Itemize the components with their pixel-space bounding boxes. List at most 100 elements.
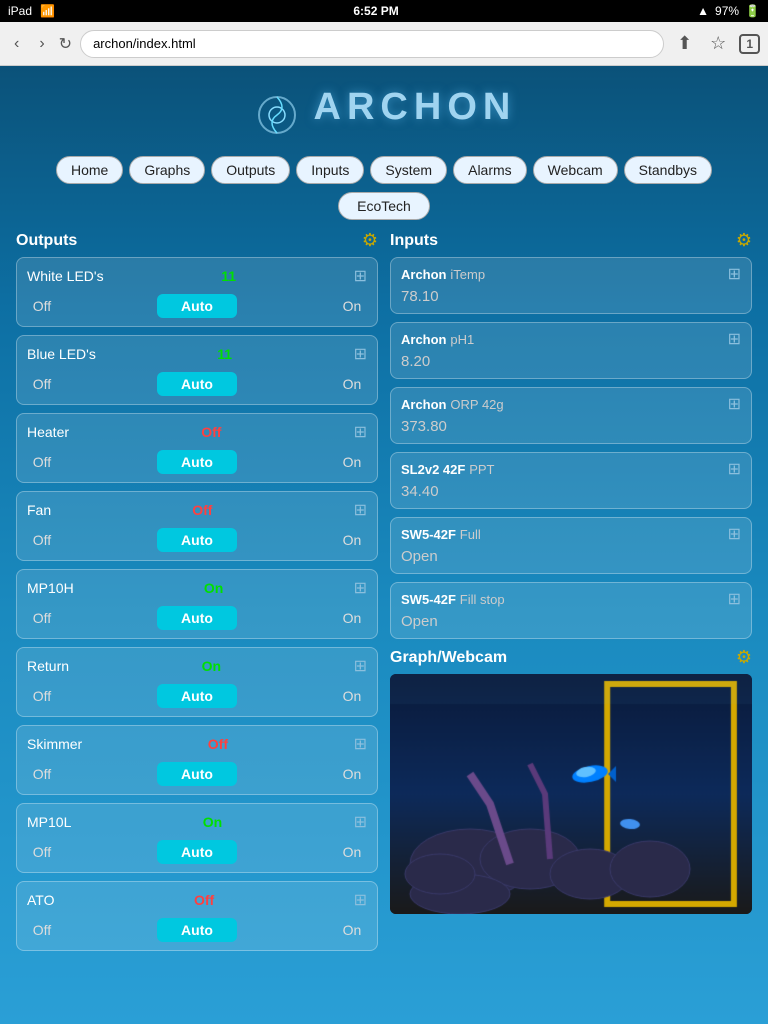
output-controls-0: Off Auto On xyxy=(17,290,377,326)
output-slider-icon-5[interactable]: ⊞ xyxy=(354,656,367,676)
output-on-btn-1[interactable]: On xyxy=(337,376,367,392)
output-value-6: Off xyxy=(208,736,228,752)
input-card-top-5: SW5-42F Fill stop ⊞ xyxy=(401,589,741,609)
output-auto-btn-0[interactable]: Auto xyxy=(157,294,237,318)
right-panel: Inputs ⚙ Archon iTemp ⊞ 78.10 Archon pH1… xyxy=(390,230,752,914)
nav-webcam[interactable]: Webcam xyxy=(533,156,618,184)
input-name-1: pH1 xyxy=(450,332,474,347)
output-auto-btn-5[interactable]: Auto xyxy=(157,684,237,708)
input-slider-icon-5[interactable]: ⊞ xyxy=(728,589,741,609)
output-off-btn-0[interactable]: Off xyxy=(27,298,57,314)
browser-bar: ‹ › ↻ ⬆ ☆ 1 xyxy=(0,22,768,66)
input-value-0: 78.10 xyxy=(401,284,741,305)
output-value-2: Off xyxy=(201,424,221,440)
input-card-0: Archon iTemp ⊞ 78.10 xyxy=(390,257,752,314)
nav-ecotech[interactable]: EcoTech xyxy=(338,192,430,220)
input-slider-icon-1[interactable]: ⊞ xyxy=(728,329,741,349)
output-slider-icon-7[interactable]: ⊞ xyxy=(354,812,367,832)
nav-system[interactable]: System xyxy=(370,156,447,184)
output-on-btn-5[interactable]: On xyxy=(337,688,367,704)
output-card-top-4: MP10H On ⊞ xyxy=(17,570,377,602)
input-slider-icon-2[interactable]: ⊞ xyxy=(728,394,741,414)
output-auto-btn-8[interactable]: Auto xyxy=(157,918,237,942)
input-slider-icon-4[interactable]: ⊞ xyxy=(728,524,741,544)
output-on-btn-2[interactable]: On xyxy=(337,454,367,470)
output-on-btn-0[interactable]: On xyxy=(337,298,367,314)
input-source-1: Archon xyxy=(401,332,447,347)
input-source-4: SW5-42F xyxy=(401,527,456,542)
forward-button[interactable]: › xyxy=(33,31,50,57)
back-button[interactable]: ‹ xyxy=(8,31,25,57)
signal-icon: ▲ xyxy=(697,4,709,18)
output-value-5: On xyxy=(202,658,221,674)
nav-outputs[interactable]: Outputs xyxy=(211,156,290,184)
output-controls-1: Off Auto On xyxy=(17,368,377,404)
nav-alarms[interactable]: Alarms xyxy=(453,156,527,184)
output-on-btn-7[interactable]: On xyxy=(337,844,367,860)
output-slider-icon-1[interactable]: ⊞ xyxy=(354,344,367,364)
output-auto-btn-3[interactable]: Auto xyxy=(157,528,237,552)
input-slider-icon-0[interactable]: ⊞ xyxy=(728,264,741,284)
output-auto-btn-2[interactable]: Auto xyxy=(157,450,237,474)
output-card-7: MP10L On ⊞ Off Auto On xyxy=(16,803,378,873)
output-slider-icon-4[interactable]: ⊞ xyxy=(354,578,367,598)
output-off-btn-8[interactable]: Off xyxy=(27,922,57,938)
output-off-btn-3[interactable]: Off xyxy=(27,532,57,548)
output-controls-6: Off Auto On xyxy=(17,758,377,794)
webcam-header: Graph/Webcam ⚙ xyxy=(390,647,752,668)
nav-inputs[interactable]: Inputs xyxy=(296,156,364,184)
output-on-btn-4[interactable]: On xyxy=(337,610,367,626)
webcam-gear-icon[interactable]: ⚙ xyxy=(736,647,752,668)
output-on-btn-6[interactable]: On xyxy=(337,766,367,782)
output-card-top-8: ATO Off ⊞ xyxy=(17,882,377,914)
output-card-top-5: Return On ⊞ xyxy=(17,648,377,680)
output-name-1: Blue LED's xyxy=(27,346,96,362)
output-off-btn-7[interactable]: Off xyxy=(27,844,57,860)
output-slider-icon-2[interactable]: ⊞ xyxy=(354,422,367,442)
output-off-btn-1[interactable]: Off xyxy=(27,376,57,392)
nav-graphs[interactable]: Graphs xyxy=(129,156,205,184)
nav-home[interactable]: Home xyxy=(56,156,123,184)
output-card-top-7: MP10L On ⊞ xyxy=(17,804,377,836)
output-controls-4: Off Auto On xyxy=(17,602,377,638)
input-slider-icon-3[interactable]: ⊞ xyxy=(728,459,741,479)
output-auto-btn-4[interactable]: Auto xyxy=(157,606,237,630)
input-value-4: Open xyxy=(401,544,741,565)
output-off-btn-2[interactable]: Off xyxy=(27,454,57,470)
output-off-btn-4[interactable]: Off xyxy=(27,610,57,626)
output-slider-icon-3[interactable]: ⊞ xyxy=(354,500,367,520)
webcam-canvas xyxy=(390,674,752,914)
input-source-name-0: Archon iTemp xyxy=(401,266,485,282)
output-off-btn-5[interactable]: Off xyxy=(27,688,57,704)
output-off-btn-6[interactable]: Off xyxy=(27,766,57,782)
output-name-8: ATO xyxy=(27,892,55,908)
output-slider-icon-6[interactable]: ⊞ xyxy=(354,734,367,754)
output-on-btn-8[interactable]: On xyxy=(337,922,367,938)
output-controls-3: Off Auto On xyxy=(17,524,377,560)
outputs-gear-icon[interactable]: ⚙ xyxy=(362,230,378,251)
output-slider-icon-8[interactable]: ⊞ xyxy=(354,890,367,910)
share-button[interactable]: ⬆ xyxy=(672,31,697,56)
output-auto-btn-7[interactable]: Auto xyxy=(157,840,237,864)
output-value-1: 11 xyxy=(217,346,232,362)
status-right: ▲ 97% 🔋 xyxy=(697,4,760,18)
output-slider-icon-0[interactable]: ⊞ xyxy=(354,266,367,286)
output-card-5: Return On ⊞ Off Auto On xyxy=(16,647,378,717)
input-card-top-0: Archon iTemp ⊞ xyxy=(401,264,741,284)
output-card-top-3: Fan Off ⊞ xyxy=(17,492,377,524)
input-name-3: PPT xyxy=(469,462,494,477)
output-value-3: Off xyxy=(192,502,212,518)
output-on-btn-3[interactable]: On xyxy=(337,532,367,548)
inputs-gear-icon[interactable]: ⚙ xyxy=(736,230,752,251)
output-auto-btn-1[interactable]: Auto xyxy=(157,372,237,396)
bookmark-button[interactable]: ☆ xyxy=(705,31,731,56)
output-auto-btn-6[interactable]: Auto xyxy=(157,762,237,786)
output-name-5: Return xyxy=(27,658,69,674)
webcam-image xyxy=(390,674,752,914)
url-input[interactable] xyxy=(80,30,664,58)
output-value-7: On xyxy=(203,814,222,830)
refresh-button[interactable]: ↻ xyxy=(59,34,72,54)
output-name-6: Skimmer xyxy=(27,736,82,752)
tab-count[interactable]: 1 xyxy=(739,34,760,54)
nav-standbys[interactable]: Standbys xyxy=(624,156,712,184)
